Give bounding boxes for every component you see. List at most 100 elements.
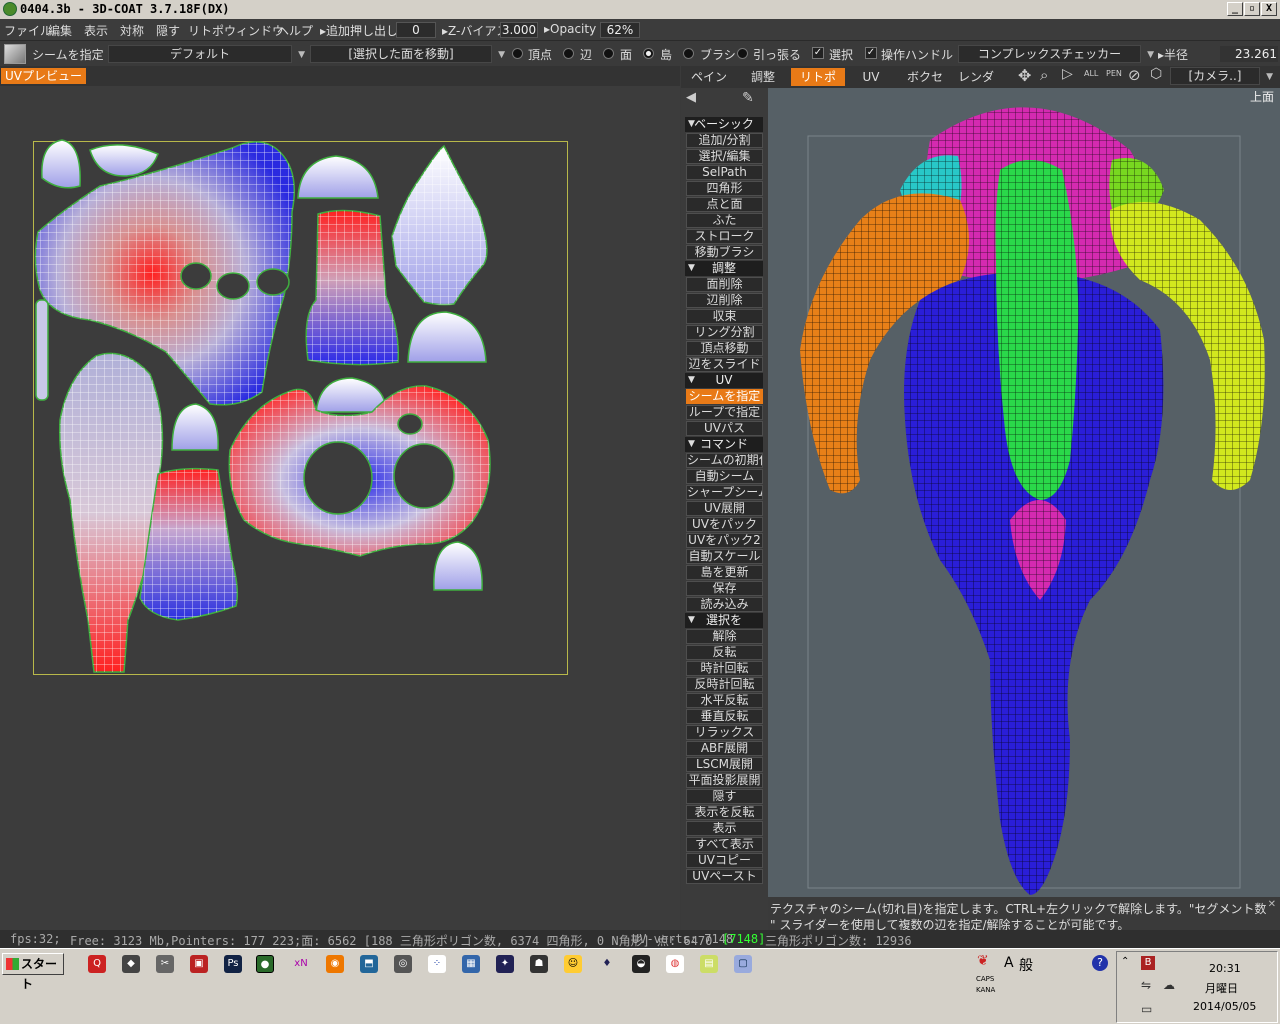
tool-button[interactable]: 点と面 <box>686 197 763 212</box>
tool-button[interactable]: UVをパック <box>686 517 763 532</box>
menu-retopo[interactable]: リトポ <box>188 22 224 39</box>
zbias-input[interactable]: 3.000 <box>500 22 538 38</box>
camera-dropdown[interactable]: [カメラ..] ▼ <box>1170 67 1273 85</box>
preset-dropdown[interactable]: デフォルト ▼ <box>108 45 305 63</box>
radio-brush[interactable] <box>683 48 694 59</box>
tool-button[interactable]: 時計回転 <box>686 661 763 676</box>
tab-tweak[interactable]: 調整 <box>744 68 782 86</box>
app-star-icon[interactable]: ✦ <box>496 955 514 973</box>
close-hint-icon[interactable]: ✕ <box>1268 899 1276 910</box>
tray-expand-icon[interactable]: ⌃ <box>1121 956 1129 967</box>
tray-volume-icon[interactable]: ▭ <box>1141 1002 1152 1016</box>
menu-hide[interactable]: 隠す <box>156 22 180 39</box>
tool-button[interactable]: 解除 <box>686 629 763 644</box>
tool-button[interactable]: 選択/編集 <box>686 149 763 164</box>
section-header[interactable]: ▼ UV <box>685 373 763 388</box>
app-q-icon[interactable]: Q <box>88 955 106 973</box>
tool-button[interactable]: LSCM展開 <box>686 757 763 772</box>
app-eye-icon[interactable]: ◎ <box>394 955 412 973</box>
app-docs-icon[interactable]: ▤ <box>700 955 718 973</box>
lang-bar-icon[interactable]: ❦ <box>977 953 989 969</box>
ime-mode-label[interactable]: 般 <box>1019 955 1033 975</box>
tool-button[interactable]: UVペースト <box>686 869 763 884</box>
tool-button[interactable]: 反転 <box>686 645 763 660</box>
menu-edit[interactable]: 編集 <box>48 22 72 39</box>
all-icon[interactable]: ALL <box>1084 69 1098 78</box>
app-mask-icon[interactable]: ☗ <box>530 955 548 973</box>
tool-button[interactable]: リング分割 <box>686 325 763 340</box>
menu-view[interactable]: 表示 <box>84 22 108 39</box>
app-dots-icon[interactable]: ⁘ <box>428 955 446 973</box>
tool-button[interactable]: 追加/分割 <box>686 133 763 148</box>
handle-checkbox[interactable]: ✓ <box>865 47 877 59</box>
app-gem-icon[interactable]: ♦ <box>598 955 616 973</box>
restore-button[interactable]: ▫ <box>1244 2 1260 16</box>
app-grid-icon[interactable]: ▦ <box>462 955 480 973</box>
tab-render[interactable]: レンダー <box>956 68 996 86</box>
3dcoat-icon[interactable]: ● <box>256 955 274 973</box>
opacity-input[interactable]: 62% <box>600 22 640 38</box>
radio-pull[interactable] <box>737 48 748 59</box>
menu-file[interactable]: ファイル <box>4 22 52 39</box>
brush-icon[interactable]: ✎ <box>742 90 754 106</box>
clock-time[interactable]: 20:31 <box>1209 962 1241 975</box>
tool-button[interactable]: 面削除 <box>686 277 763 292</box>
tray-b-icon[interactable]: B <box>1141 956 1155 970</box>
tool-button[interactable]: 平面投影展開 <box>686 773 763 788</box>
tool-button[interactable]: シャープシーム <box>686 485 763 500</box>
tool-button[interactable]: 移動ブラシ <box>686 245 763 260</box>
tool-button[interactable]: 辺削除 <box>686 293 763 308</box>
radio-edge[interactable] <box>563 48 574 59</box>
tray-cloud-icon[interactable]: ☁ <box>1163 978 1175 992</box>
tool-button[interactable]: UVをパック2 <box>686 533 763 548</box>
radio-island[interactable] <box>643 48 654 59</box>
menu-symmetry[interactable]: 対称 <box>120 22 144 39</box>
tool-button[interactable]: ABF展開 <box>686 741 763 756</box>
tool-button[interactable]: ふた <box>686 213 763 228</box>
tool-button[interactable]: 水平反転 <box>686 693 763 708</box>
section-header[interactable]: ▼ コマンド <box>685 437 763 452</box>
tab-voxels[interactable]: ボクセル <box>902 68 948 86</box>
start-button[interactable]: スタート <box>2 953 64 991</box>
uv-preview-tab[interactable]: UVプレビュー <box>1 68 86 84</box>
radio-face[interactable] <box>603 48 614 59</box>
checker-dropdown[interactable]: コンプレックスチェッカー ▼ <box>958 45 1154 63</box>
unity-icon[interactable]: ◆ <box>122 955 140 973</box>
tool-button[interactable]: シームの初期化 <box>686 453 763 468</box>
collapse-left-icon[interactable]: ◀ <box>686 90 696 105</box>
minimize-button[interactable]: _ <box>1227 2 1243 16</box>
radio-vertex[interactable] <box>512 48 523 59</box>
app-face-icon[interactable]: ☺ <box>564 955 582 973</box>
prohibit-icon[interactable]: ⊘ <box>1128 66 1141 84</box>
tool-button[interactable]: UVコピー <box>686 853 763 868</box>
3d-model[interactable] <box>768 88 1280 897</box>
tool-button[interactable]: UV展開 <box>686 501 763 516</box>
cube-icon[interactable]: ⬡ <box>1150 66 1162 82</box>
move-icon[interactable]: ✥ <box>1018 66 1031 85</box>
tool-button[interactable]: 保存 <box>686 581 763 596</box>
xnormal-icon[interactable]: xN <box>292 955 310 973</box>
tool-button[interactable]: 収束 <box>686 309 763 324</box>
tool-button[interactable]: 隠す <box>686 789 763 804</box>
marvelous-icon[interactable]: ✂ <box>156 955 174 973</box>
menu-help[interactable]: ヘルプ <box>277 22 313 39</box>
tool-button[interactable]: リラックス <box>686 725 763 740</box>
tab-paint[interactable]: ペイント <box>686 68 732 102</box>
ime-mode-a[interactable]: A <box>1004 955 1014 971</box>
section-header[interactable]: ▼ 調整 <box>685 261 763 276</box>
steam-icon[interactable]: ◒ <box>632 955 650 973</box>
tray-network-icon[interactable]: ⇋ <box>1141 978 1151 992</box>
tool-button[interactable]: 自動シーム <box>686 469 763 484</box>
play-icon[interactable]: ▷ <box>1062 66 1073 82</box>
tool-button[interactable]: 頂点移動 <box>686 341 763 356</box>
chrome-icon[interactable]: ◍ <box>666 955 684 973</box>
close-button[interactable]: X <box>1261 2 1277 16</box>
tool-button[interactable]: ループで指定 <box>686 405 763 420</box>
uv-islands[interactable] <box>0 86 680 930</box>
pen-icon[interactable]: PEN <box>1106 69 1122 78</box>
tool-button[interactable]: SelPath <box>686 165 763 180</box>
tool-button[interactable]: すべて表示 <box>686 837 763 852</box>
app-window-icon[interactable]: ▢ <box>734 955 752 973</box>
blender-icon[interactable]: ◉ <box>326 955 344 973</box>
select-checkbox[interactable]: ✓ <box>812 47 824 59</box>
